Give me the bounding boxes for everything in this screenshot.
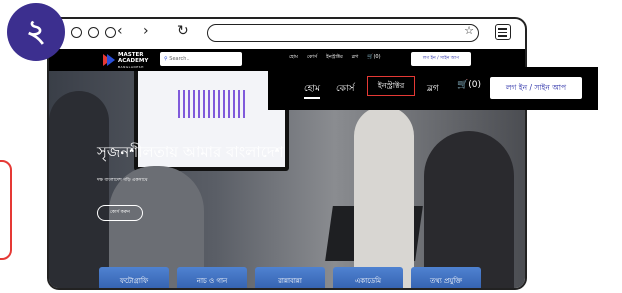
star-icon[interactable]: ☆: [464, 24, 474, 37]
course-cta-button[interactable]: কোর্স করুন: [97, 205, 143, 221]
browser-window: ‹ › ↻ ☆ MASTER ACADEMY BANGLADESH ⚲ Sear…: [47, 17, 527, 290]
nav-home[interactable]: হোম: [304, 81, 320, 96]
site-logo[interactable]: MASTER ACADEMY BANGLADESH: [118, 52, 148, 70]
browser-chrome: ‹ › ↻ ☆: [49, 19, 525, 49]
menu-icon[interactable]: [495, 24, 511, 40]
category-list: ফটোগ্রাফি নাচ ও গান রান্নাবান্না একাডেমি…: [99, 267, 481, 288]
category-academy[interactable]: একাডেমি: [333, 267, 403, 288]
step-badge: ২: [7, 3, 65, 61]
category-photography[interactable]: ফটোগ্রাফি: [99, 267, 169, 288]
screen-graphic: [178, 90, 248, 118]
window-controls: [71, 27, 116, 38]
category-it[interactable]: তথ্য প্রযুক্তি: [411, 267, 481, 288]
search-input[interactable]: ⚲ Search..: [160, 52, 242, 66]
hero-person: [354, 106, 414, 288]
mini-nav-home[interactable]: হোম: [289, 54, 298, 62]
active-underline: [304, 97, 320, 99]
cart-count: (0): [373, 54, 381, 60]
nav-zoom-callout: হোম কোর্স ইনস্ট্রাক্টর ব্লগ 🛒(0) লগ ইন /…: [268, 67, 598, 110]
logo-icon: [107, 54, 115, 66]
mini-nav-instructor[interactable]: ইনস্ট্রাক্টর: [326, 54, 343, 62]
search-placeholder: Search..: [169, 56, 190, 62]
mini-login-button[interactable]: লগ ইন / সাইন আপ: [411, 52, 471, 66]
nav-course[interactable]: কোর্স: [336, 81, 355, 96]
category-cooking[interactable]: রান্নাবান্না: [255, 267, 325, 288]
nav-cart[interactable]: 🛒(0): [457, 80, 481, 90]
hero-subtitle: দক্ষ বাংলাদেশ গড়ি একসাথে: [97, 178, 148, 183]
mini-nav: হোম কোর্স ইনস্ট্রাক্টর ব্লগ 🛒(0): [289, 54, 381, 62]
mini-nav-cart[interactable]: 🛒(0): [367, 54, 380, 62]
mini-nav-blog[interactable]: ব্লগ: [352, 54, 358, 62]
login-signup-button[interactable]: লগ ইন / সাইন আপ: [490, 77, 582, 99]
nav-blog[interactable]: ব্লগ: [427, 81, 439, 96]
mini-nav-course[interactable]: কোর্স: [307, 54, 317, 62]
window-dot-icon[interactable]: [71, 27, 82, 38]
window-dot-icon[interactable]: [105, 27, 116, 38]
search-icon: ⚲: [164, 56, 168, 62]
nav-arrows-icon[interactable]: ‹ ›: [117, 23, 157, 39]
address-bar[interactable]: ☆: [207, 24, 479, 42]
category-dance-song[interactable]: নাচ ও গান: [177, 267, 247, 288]
cart-count: (0): [468, 80, 481, 90]
reload-icon[interactable]: ↻: [177, 23, 189, 39]
cart-icon: 🛒: [457, 80, 469, 90]
partial-card: [0, 160, 12, 260]
hero-title: সৃজনশীলতায় আমার বাংলাদেশ: [97, 143, 284, 161]
window-dot-icon[interactable]: [88, 27, 99, 38]
hero-person: [49, 91, 109, 288]
nav-instructor[interactable]: ইনস্ট্রাক্টর: [367, 76, 415, 96]
logo-sub: BANGLADESH: [118, 65, 144, 69]
